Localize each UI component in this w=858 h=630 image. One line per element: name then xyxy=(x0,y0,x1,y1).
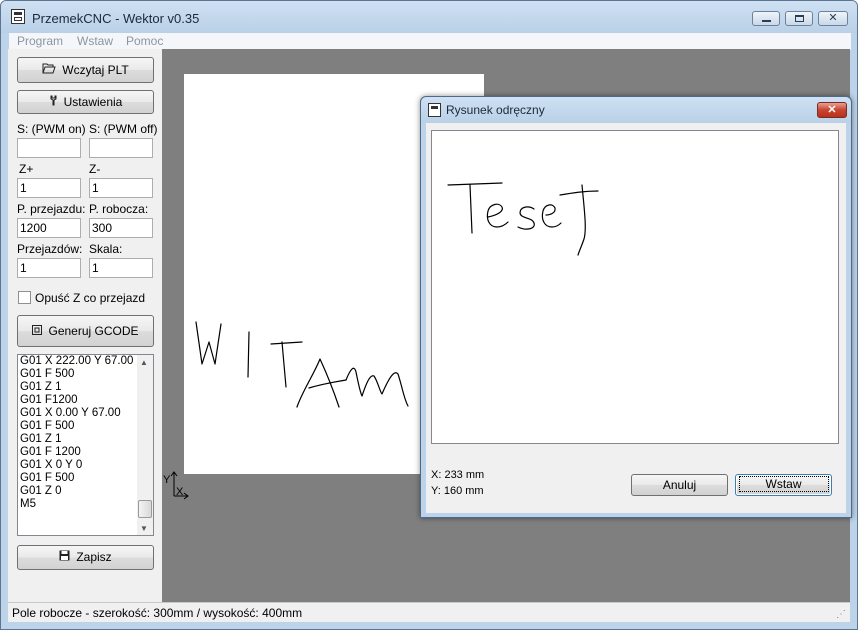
gcode-line: G01 F 500 xyxy=(20,368,75,380)
gcode-line: G01 F 500 xyxy=(20,420,75,432)
close-button[interactable] xyxy=(818,11,848,26)
passes-label: Przejazdów: xyxy=(17,242,83,256)
freehand-draw-area[interactable] xyxy=(431,130,839,444)
load-plt-label: Wczytaj PLT xyxy=(62,63,129,77)
scroll-thumb[interactable] xyxy=(138,500,152,518)
z-minus-label: Z- xyxy=(89,162,101,176)
dialog-app-icon xyxy=(428,103,441,117)
scale-label: Skala: xyxy=(89,242,123,256)
z-plus-label: Z+ xyxy=(19,162,34,176)
drawing-dialog: Rysunek odręczny ✕ X: 233 mm Y: 160 mm A… xyxy=(420,96,852,518)
dialog-client: X: 233 mm Y: 160 mm Anuluj Wstaw xyxy=(426,123,846,513)
generate-gcode-button[interactable]: Generuj GCODE xyxy=(17,315,154,347)
insert-button[interactable]: Wstaw xyxy=(735,474,832,496)
title-bar[interactable]: PrzemekCNC - Wektor v0.35 xyxy=(1,1,857,33)
freehand-drawing xyxy=(447,182,599,256)
coord-y-readout: Y: 160 mm xyxy=(431,485,484,497)
gcode-line: M5 xyxy=(20,498,36,510)
pwm-on-input[interactable] xyxy=(17,138,81,158)
floppy-icon xyxy=(59,546,70,569)
window-title: PrzemekCNC - Wektor v0.35 xyxy=(32,11,200,26)
menu-wstaw[interactable]: Wstaw xyxy=(77,34,113,48)
gcode-textarea[interactable]: G01 X 222.00 Y 67.00 G01 F 500 G01 Z 1 G… xyxy=(17,354,154,536)
menu-program[interactable]: Program xyxy=(17,34,63,48)
settings-button[interactable]: Ustawienia xyxy=(17,90,154,114)
pwm-on-label: S: (PWM on) xyxy=(17,122,86,136)
work-speed-input[interactable]: 300 xyxy=(89,218,153,238)
gcode-line: G01 F 500 xyxy=(20,472,75,484)
coord-x-readout: X: 233 mm xyxy=(431,469,485,481)
resize-grip-icon[interactable]: ⋰ xyxy=(836,609,846,620)
scale-input[interactable]: 1 xyxy=(89,258,153,278)
dialog-close-button[interactable]: ✕ xyxy=(817,102,847,118)
folder-open-icon xyxy=(42,58,56,82)
gcode-line: G01 Z 1 xyxy=(20,381,62,393)
gcode-line: G01 F 1200 xyxy=(20,446,81,458)
app-icon xyxy=(11,9,25,24)
lower-z-checkbox[interactable] xyxy=(18,291,31,304)
status-text: Pole robocze - szerokość: 300mm / wysoko… xyxy=(12,606,303,620)
menu-pomoc[interactable]: Pomoc xyxy=(126,34,163,48)
status-bar: Pole robocze - szerokość: 300mm / wysoko… xyxy=(8,602,850,622)
load-plt-button[interactable]: Wczytaj PLT xyxy=(17,57,154,83)
dialog-title-bar[interactable]: Rysunek odręczny ✕ xyxy=(421,97,851,123)
scroll-down-icon[interactable]: ▼ xyxy=(140,524,148,533)
gcode-line: G01 X 0.00 Y 67.00 xyxy=(20,407,121,419)
passes-input[interactable]: 1 xyxy=(17,258,81,278)
axis-y-label: Y xyxy=(163,474,171,486)
travel-speed-label: P. przejazdu: xyxy=(17,202,86,216)
axis-indicator: Y X xyxy=(162,464,202,504)
maximize-button[interactable] xyxy=(785,11,813,26)
gcode-scrollbar[interactable]: ▲ ▼ xyxy=(137,355,153,535)
gcode-line: G01 Z 0 xyxy=(20,485,62,497)
cancel-button[interactable]: Anuluj xyxy=(631,474,728,496)
lower-z-label: Opuść Z co przejazd xyxy=(35,291,146,305)
pwm-off-input[interactable] xyxy=(89,138,153,158)
insert-button-label: Wstaw xyxy=(738,476,829,492)
scroll-up-icon[interactable]: ▲ xyxy=(140,358,148,367)
z-minus-input[interactable]: 1 xyxy=(89,178,153,198)
save-button[interactable]: Zapisz xyxy=(17,545,154,570)
dialog-title: Rysunek odręczny xyxy=(446,103,545,117)
gcode-line: G01 Z 1 xyxy=(20,433,62,445)
travel-speed-input[interactable]: 1200 xyxy=(17,218,81,238)
minimize-button[interactable] xyxy=(752,11,780,26)
work-speed-label: P. robocza: xyxy=(89,202,149,216)
generate-gcode-label: Generuj GCODE xyxy=(48,324,139,338)
pwm-off-label: S: (PWM off) xyxy=(89,122,158,136)
gcode-line: G01 X 0 Y 0 xyxy=(20,459,83,471)
gcode-icon xyxy=(32,316,43,346)
gcode-line: G01 X 222.00 Y 67.00 xyxy=(20,355,134,367)
save-label: Zapisz xyxy=(76,550,112,564)
axis-x-label: X xyxy=(176,486,184,498)
gcode-line: G01 F1200 xyxy=(20,394,78,406)
settings-label: Ustawienia xyxy=(63,95,123,109)
z-plus-input[interactable]: 1 xyxy=(17,178,81,198)
wrench-icon xyxy=(49,91,58,113)
menu-bar: Program Wstaw Pomoc xyxy=(9,33,851,50)
